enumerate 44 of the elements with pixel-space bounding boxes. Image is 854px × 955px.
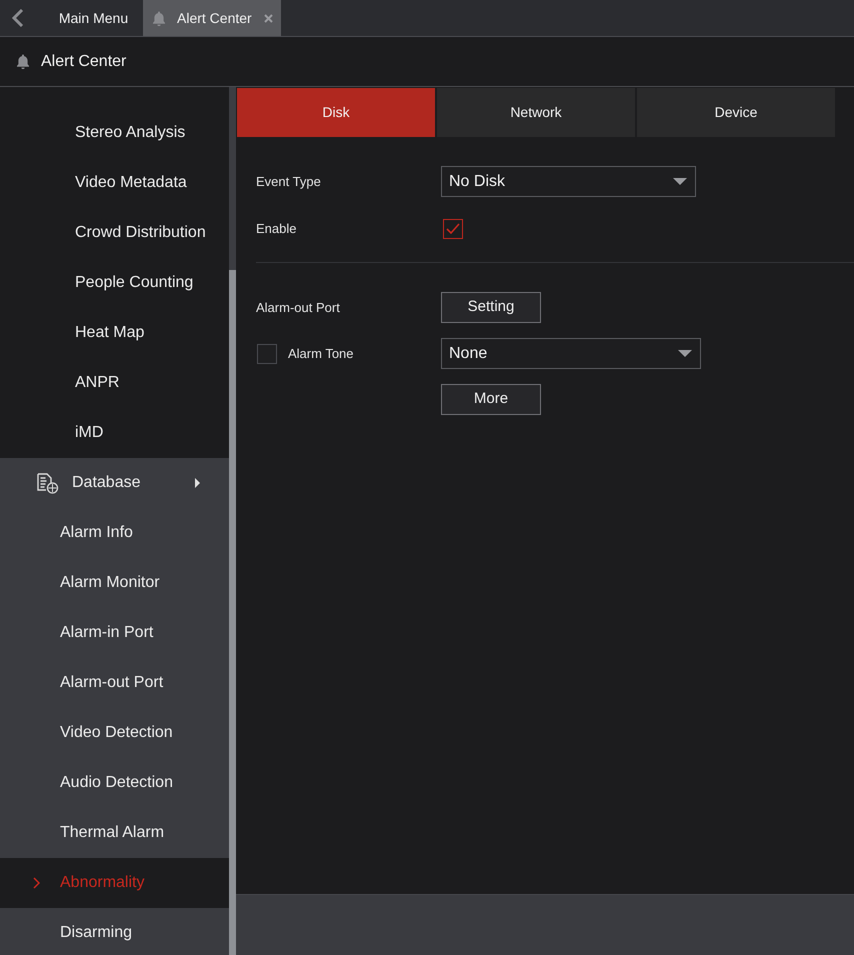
sidebar-item[interactable]: Heat Map [0, 308, 229, 358]
sidebar-item[interactable]: Alarm-in Port [0, 608, 229, 658]
dropdown[interactable]: No Disk [441, 166, 696, 197]
caret-down-icon [673, 178, 687, 185]
close-button[interactable] [264, 14, 273, 22]
checkbox[interactable] [443, 218, 463, 238]
sidebar-item[interactable]: Disarming [0, 908, 229, 955]
scrollbar-track[interactable] [229, 87, 236, 955]
window-tab[interactable]: Alert Center [143, 0, 281, 36]
bell-icon [17, 54, 29, 69]
sidebar-item[interactable]: iMD [0, 408, 229, 458]
field-label: Event Type [256, 172, 321, 191]
tab[interactable]: Device [637, 88, 835, 137]
page-title: Alert Center [41, 52, 126, 72]
back-icon [12, 9, 24, 27]
sidebar-item[interactable]: Thermal Alarm [0, 808, 229, 858]
chevron-right-icon [33, 877, 40, 889]
sidebar-item[interactable]: People Counting [0, 258, 229, 308]
sidebar-item[interactable]: Alarm Info [0, 508, 229, 558]
sidebar-item[interactable]: Video Metadata [0, 158, 229, 208]
scrollbar-thumb[interactable] [229, 270, 236, 955]
sidebar-item[interactable]: ANPR [0, 358, 229, 408]
tab[interactable]: Disk [237, 88, 435, 137]
dropdown[interactable]: None [441, 338, 701, 369]
sidebar-group[interactable]: Database [0, 458, 229, 508]
field-label: Enable [256, 220, 296, 238]
document-icon [37, 472, 59, 494]
sidebar-item[interactable]: Alarm Monitor [0, 558, 229, 608]
caret-down-icon [678, 350, 692, 357]
sidebar-item[interactable]: Audio Detection [0, 758, 229, 808]
action-button[interactable]: Setting [441, 292, 541, 323]
field-label: Alarm Tone [288, 344, 354, 363]
checkbox[interactable] [257, 344, 277, 364]
checkmark-icon [446, 223, 460, 234]
field-label: Alarm-out Port [256, 298, 340, 317]
close-icon [264, 14, 273, 22]
bell-icon [153, 10, 165, 26]
tab[interactable]: Network [437, 88, 635, 137]
sidebar-item[interactable]: Video Detection [0, 708, 229, 758]
sidebar-item[interactable]: Alarm-out Port [0, 658, 229, 708]
action-button[interactable]: More [441, 384, 541, 415]
sidebar-item[interactable]: Stereo Analysis [0, 108, 229, 158]
caret-icon [194, 478, 200, 488]
sidebar-item[interactable]: Crowd Distribution [0, 208, 229, 258]
